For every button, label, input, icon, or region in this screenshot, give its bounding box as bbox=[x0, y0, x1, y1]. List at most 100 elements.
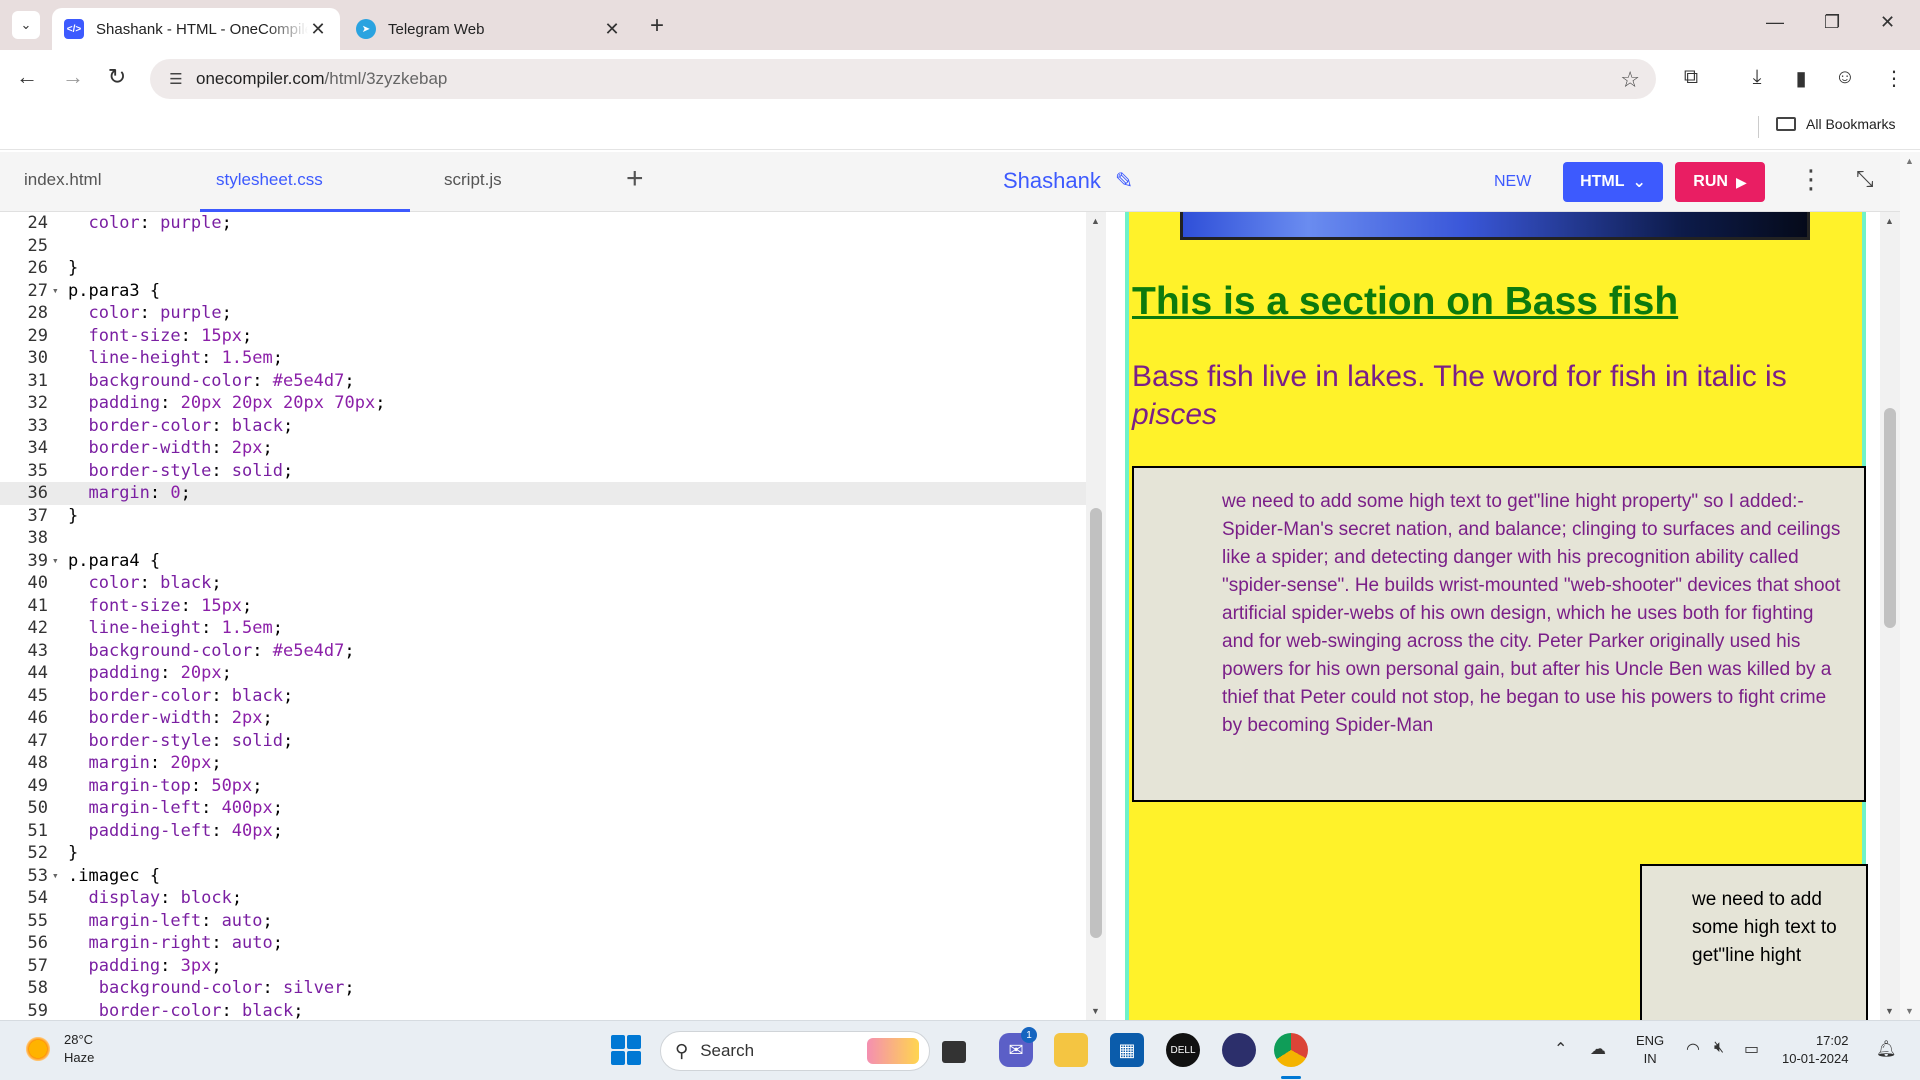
pencil-icon[interactable]: ✎ bbox=[1115, 168, 1133, 194]
scrollbar-thumb[interactable] bbox=[1884, 408, 1896, 628]
scroll-up-icon[interactable]: ▲ bbox=[1905, 156, 1914, 166]
sidepanel-icon[interactable]: ▮ bbox=[1787, 66, 1815, 91]
back-icon[interactable]: ← bbox=[12, 64, 42, 90]
code-line[interactable]: 29 font-size: 15px; bbox=[0, 325, 1086, 348]
close-window-button[interactable]: ✕ bbox=[1880, 12, 1895, 33]
start-button[interactable] bbox=[609, 1033, 643, 1067]
battery-icon[interactable]: ▭ bbox=[1744, 1039, 1759, 1059]
code-line[interactable]: 59 border-color: black; bbox=[0, 1000, 1086, 1021]
file-explorer-icon[interactable] bbox=[1054, 1033, 1088, 1067]
code-line[interactable]: 39 ▾ p.para4 { bbox=[0, 550, 1086, 573]
code-line[interactable]: 56 margin-right: auto; bbox=[0, 932, 1086, 955]
preview-scrollbar[interactable]: ▲ ▼ bbox=[1880, 212, 1900, 1020]
language-select[interactable]: HTML ⌄ bbox=[1563, 162, 1663, 202]
new-tab-button[interactable]: + bbox=[650, 12, 664, 40]
page-scrollbar[interactable]: ▲ ▼ bbox=[1900, 152, 1920, 1020]
chevron-up-icon[interactable]: ⌃ bbox=[1554, 1039, 1567, 1059]
code-line[interactable]: 25 bbox=[0, 235, 1086, 258]
run-button[interactable]: RUN ▶ bbox=[1675, 162, 1765, 202]
code-line[interactable]: 55 margin-left: auto; bbox=[0, 910, 1086, 933]
project-name[interactable]: Shashank ✎ bbox=[1003, 168, 1133, 194]
code-line[interactable]: 28 color: purple; bbox=[0, 302, 1086, 325]
collapse-icon[interactable]: ⤡ bbox=[1856, 166, 1874, 192]
new-button[interactable]: NEW bbox=[1494, 173, 1531, 191]
code-line[interactable]: 50 margin-left: 400px; bbox=[0, 797, 1086, 820]
code-line[interactable]: 24 color: purple; bbox=[0, 212, 1086, 235]
kebab-icon[interactable]: ⋮ bbox=[1798, 164, 1824, 195]
download-icon[interactable]: ⤓ bbox=[1743, 66, 1771, 89]
code-line[interactable]: 51 padding-left: 40px; bbox=[0, 820, 1086, 843]
code-line[interactable]: 48 margin: 20px; bbox=[0, 752, 1086, 775]
scroll-down-icon[interactable]: ▼ bbox=[1885, 1006, 1894, 1016]
volume-icon[interactable]: 🔇︎ bbox=[1714, 1039, 1724, 1057]
code-line[interactable]: 44 padding: 20px; bbox=[0, 662, 1086, 685]
site-info-icon[interactable]: ☰ bbox=[156, 70, 196, 88]
code-line[interactable]: 54 display: block; bbox=[0, 887, 1086, 910]
code-line[interactable]: 37} bbox=[0, 505, 1086, 528]
task-view-icon[interactable] bbox=[942, 1041, 966, 1063]
code-line[interactable]: 40 color: black; bbox=[0, 572, 1086, 595]
taskbar-search[interactable]: ⚲ Search bbox=[660, 1031, 930, 1071]
minimize-button[interactable]: — bbox=[1766, 12, 1784, 33]
add-file-button[interactable]: + bbox=[626, 162, 644, 196]
code-line[interactable]: 35 border-style: solid; bbox=[0, 460, 1086, 483]
code-line[interactable]: 38 bbox=[0, 527, 1086, 550]
code-line[interactable]: 57 padding: 3px; bbox=[0, 955, 1086, 978]
tab-list-icon[interactable]: ⌄ bbox=[12, 11, 40, 39]
scroll-up-icon[interactable]: ▲ bbox=[1885, 216, 1894, 226]
onedrive-icon[interactable]: ☁ bbox=[1590, 1039, 1606, 1059]
chrome-icon[interactable] bbox=[1274, 1033, 1308, 1067]
tab-close-icon[interactable]: ✕ bbox=[602, 19, 622, 40]
dell-icon[interactable]: DELL bbox=[1166, 1033, 1200, 1067]
code-line[interactable]: 33 border-color: black; bbox=[0, 415, 1086, 438]
code-line[interactable]: 26} bbox=[0, 257, 1086, 280]
store-icon[interactable]: ▦ bbox=[1110, 1033, 1144, 1067]
scroll-up-icon[interactable]: ▲ bbox=[1091, 216, 1100, 226]
code-editor[interactable]: 24 color: purple; 25 26} 27 ▾ p.para3 {28 col… bbox=[0, 212, 1086, 1020]
tab-onecompiler[interactable]: </> Shashank - HTML - OneCompiler ✕ bbox=[52, 8, 340, 50]
code-line[interactable]: 36 margin: 0; bbox=[0, 482, 1086, 505]
file-tab-index-html[interactable]: index.html bbox=[24, 170, 101, 190]
file-tab-stylesheet-css[interactable]: stylesheet.css bbox=[216, 170, 323, 190]
code-line[interactable]: 43 background-color: #e5e4d7; bbox=[0, 640, 1086, 663]
tab-telegram[interactable]: ➤ Telegram Web ✕ bbox=[344, 8, 634, 50]
all-bookmarks-button[interactable]: All Bookmarks bbox=[1776, 116, 1895, 132]
profile-icon[interactable]: ☺ bbox=[1831, 66, 1859, 89]
code-line[interactable]: 53 ▾ .imagec { bbox=[0, 865, 1086, 888]
wifi-icon[interactable]: ◠ bbox=[1686, 1039, 1700, 1059]
clock[interactable]: 17:02 10-01-2024 bbox=[1782, 1032, 1849, 1068]
editor-scrollbar[interactable]: ▲ ▼ bbox=[1086, 212, 1106, 1020]
scrollbar-thumb[interactable] bbox=[1090, 508, 1102, 938]
chat-icon[interactable]: ✉ 1 bbox=[999, 1027, 1037, 1067]
menu-icon[interactable]: ⋮ bbox=[1880, 66, 1908, 91]
tab-close-icon[interactable]: ✕ bbox=[308, 19, 328, 40]
code-line[interactable]: 41 font-size: 15px; bbox=[0, 595, 1086, 618]
scroll-down-icon[interactable]: ▼ bbox=[1091, 1006, 1100, 1016]
language-indicator[interactable]: ENG IN bbox=[1636, 1032, 1664, 1068]
code-line[interactable]: 34 border-width: 2px; bbox=[0, 437, 1086, 460]
fold-toggle-icon[interactable]: ▾ bbox=[52, 280, 59, 303]
forward-icon[interactable]: → bbox=[58, 64, 88, 90]
eclipse-icon[interactable] bbox=[1222, 1033, 1256, 1067]
code-line[interactable]: 45 border-color: black; bbox=[0, 685, 1086, 708]
code-line[interactable]: 32 padding: 20px 20px 20px 70px; bbox=[0, 392, 1086, 415]
fold-toggle-icon[interactable]: ▾ bbox=[52, 865, 59, 888]
weather-widget[interactable]: 28°C Haze bbox=[24, 1031, 94, 1067]
code-line[interactable]: 49 margin-top: 50px; bbox=[0, 775, 1086, 798]
scroll-down-icon[interactable]: ▼ bbox=[1905, 1006, 1914, 1016]
code-line[interactable]: 27 ▾ p.para3 { bbox=[0, 280, 1086, 303]
address-bar[interactable]: ☰ onecompiler.com/html/3zyzkebap ☆ bbox=[150, 59, 1656, 99]
restore-button[interactable]: ❐ bbox=[1824, 12, 1840, 33]
bookmark-star-icon[interactable]: ☆ bbox=[1620, 67, 1640, 93]
code-line[interactable]: 58 background-color: silver; bbox=[0, 977, 1086, 1000]
extensions-icon[interactable]: ⧉ bbox=[1677, 66, 1705, 89]
code-line[interactable]: 47 border-style: solid; bbox=[0, 730, 1086, 753]
code-line[interactable]: 52} bbox=[0, 842, 1086, 865]
fold-toggle-icon[interactable]: ▾ bbox=[52, 550, 59, 573]
url-text[interactable]: onecompiler.com/html/3zyzkebap bbox=[196, 69, 447, 89]
notification-bell-icon[interactable]: 🔔︎ bbox=[1876, 1039, 1896, 1059]
code-line[interactable]: 46 border-width: 2px; bbox=[0, 707, 1086, 730]
reload-icon[interactable]: ↻ bbox=[102, 64, 132, 90]
file-tab-script-js[interactable]: script.js bbox=[444, 170, 502, 190]
code-line[interactable]: 42 line-height: 1.5em; bbox=[0, 617, 1086, 640]
